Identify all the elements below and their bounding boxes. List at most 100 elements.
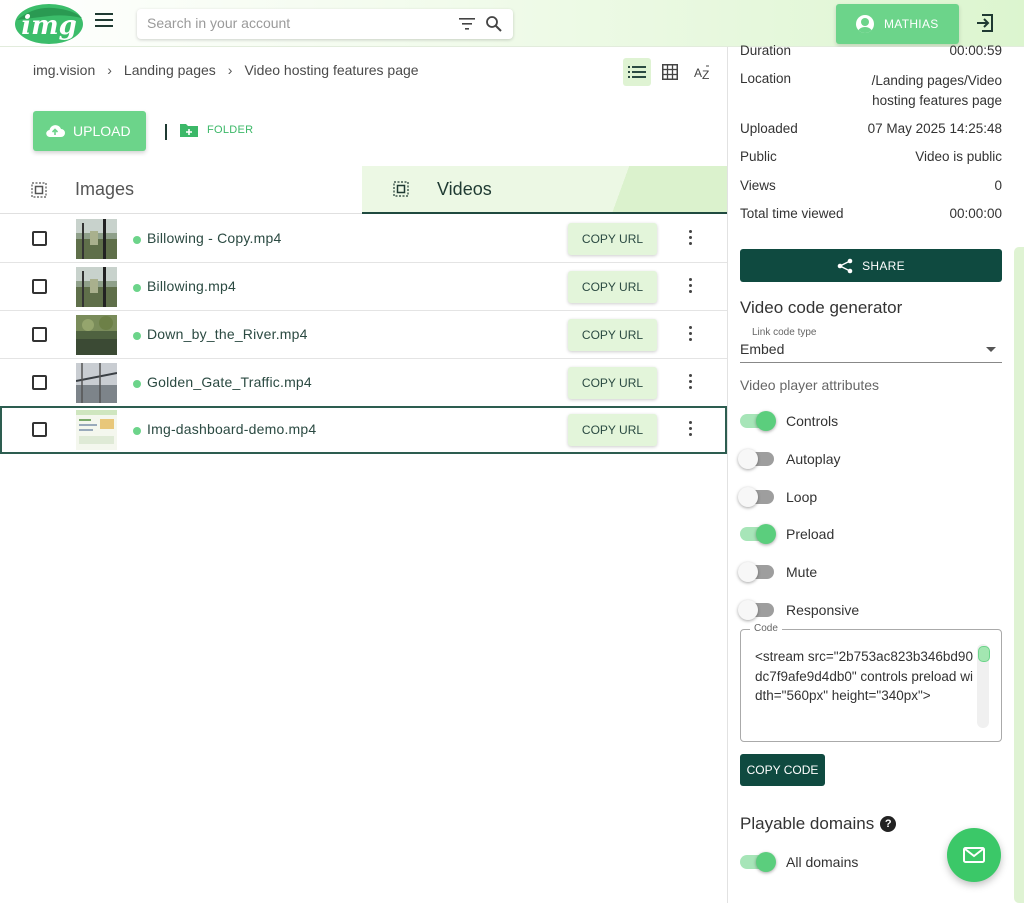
toggle-label: All domains	[786, 854, 859, 870]
new-folder-button[interactable]: FOLDER	[180, 123, 253, 137]
link-code-type-label: Link code type	[752, 327, 817, 338]
row-checkbox[interactable]	[32, 279, 47, 294]
status-dot	[133, 332, 141, 340]
more-options-icon[interactable]	[686, 374, 694, 392]
sort-az-button[interactable]: A Z	[689, 58, 717, 86]
detail-label: Public	[740, 149, 777, 164]
table-row[interactable]: Img-dashboard-demo.mp4 COPY URL	[0, 406, 727, 454]
contact-mail-button[interactable]	[947, 828, 1001, 882]
toggle-preload[interactable]: Preload	[740, 523, 834, 545]
video-thumbnail	[76, 315, 117, 355]
embed-code[interactable]: <stream src="2b753ac823b346bd90dc7f9afe9…	[755, 647, 980, 706]
playable-domains-heading: Playable domains?	[740, 814, 897, 834]
responsive-switch[interactable]	[738, 600, 774, 620]
row-checkbox[interactable]	[32, 422, 47, 437]
autoplay-switch[interactable]	[738, 449, 774, 469]
list-view-icon	[628, 66, 646, 78]
preload-switch[interactable]	[740, 524, 776, 544]
grid-view-button[interactable]	[656, 58, 684, 86]
code-label: Code	[750, 623, 782, 634]
toggle-responsive[interactable]: Responsive	[738, 599, 859, 621]
detail-label: Views	[740, 178, 776, 193]
controls-switch[interactable]	[740, 411, 776, 431]
tab-images-label: Images	[75, 179, 135, 199]
media-tabs: Images Videos	[0, 166, 727, 214]
folder-add-icon	[180, 124, 198, 137]
detail-value: /Landing pages/Video hosting features pa…	[871, 73, 1002, 108]
copy-code-button[interactable]: COPY CODE	[740, 754, 825, 786]
select-all-icon	[393, 181, 409, 197]
loop-switch[interactable]	[738, 487, 774, 507]
more-options-icon[interactable]	[686, 421, 694, 439]
status-dot	[133, 380, 141, 388]
file-name[interactable]: Golden_Gate_Traffic.mp4	[147, 374, 312, 390]
link-code-type-select[interactable]: Link code type Embed	[740, 327, 1002, 363]
toggle-label: Mute	[786, 564, 818, 580]
more-options-icon[interactable]	[686, 326, 694, 344]
more-options-icon[interactable]	[686, 230, 694, 248]
filter-icon[interactable]	[459, 17, 475, 31]
copy-url-button[interactable]: COPY URL	[568, 367, 657, 399]
table-row[interactable]: Billowing.mp4 COPY URL	[0, 263, 727, 311]
user-menu-button[interactable]: MATHIAS	[836, 4, 959, 44]
row-checkbox[interactable]	[32, 375, 47, 390]
copy-url-button[interactable]: COPY URL	[568, 319, 657, 351]
file-name[interactable]: Billowing.mp4	[147, 278, 236, 294]
detail-public: Public Video is public	[740, 149, 1002, 164]
toggle-label: Preload	[786, 526, 835, 542]
breadcrumb-item-root[interactable]: img.vision	[33, 62, 95, 78]
table-row[interactable]: Billowing - Copy.mp4 COPY URL	[0, 215, 727, 263]
detail-value: 0	[994, 178, 1002, 193]
panel-scrollbar[interactable]	[1014, 247, 1024, 903]
table-row[interactable]: Down_by_the_River.mp4 COPY URL	[0, 311, 727, 359]
video-thumbnail	[76, 267, 117, 307]
search-input[interactable]	[147, 15, 447, 31]
table-row[interactable]: Golden_Gate_Traffic.mp4 COPY URL	[0, 359, 727, 407]
breadcrumb-item-landing-pages[interactable]: Landing pages	[124, 62, 216, 78]
menu-icon[interactable]	[95, 13, 113, 29]
list-view-button[interactable]	[623, 58, 651, 86]
toggle-autoplay[interactable]: Autoplay	[738, 448, 840, 470]
toggle-loop[interactable]: Loop	[738, 486, 817, 508]
video-thumbnail	[76, 410, 117, 450]
tab-videos[interactable]: Videos	[362, 166, 727, 214]
toggle-all-domains[interactable]: All domains	[740, 851, 858, 873]
share-label: SHARE	[862, 258, 905, 273]
row-checkbox[interactable]	[32, 231, 47, 246]
svg-text:A: A	[694, 66, 702, 80]
detail-location: Location /Landing pages/Video hosting fe…	[740, 71, 1002, 111]
link-code-type-value: Embed	[740, 341, 785, 357]
player-attributes-label: Video player attributes	[740, 377, 880, 393]
video-thumbnail	[76, 363, 117, 403]
chevron-right-icon: ›	[227, 62, 233, 78]
copy-url-button[interactable]: COPY URL	[568, 414, 657, 446]
file-name[interactable]: Down_by_the_River.mp4	[147, 326, 308, 342]
toggle-mute[interactable]: Mute	[738, 561, 818, 583]
img-logo[interactable]: img	[14, 2, 84, 46]
share-button[interactable]: SHARE	[740, 249, 1002, 282]
logout-icon[interactable]	[975, 13, 995, 33]
breadcrumb: img.vision › Landing pages › Video hosti…	[33, 62, 419, 78]
detail-label: Duration	[740, 43, 792, 58]
copy-url-button[interactable]: COPY URL	[568, 223, 657, 255]
mute-switch[interactable]	[738, 562, 774, 582]
row-checkbox[interactable]	[32, 327, 47, 342]
file-name[interactable]: Billowing - Copy.mp4	[147, 230, 281, 246]
code-scrollbar[interactable]	[977, 644, 990, 728]
more-options-icon[interactable]	[686, 278, 694, 296]
upload-button[interactable]: UPLOAD	[33, 111, 146, 151]
breadcrumb-item-current[interactable]: Video hosting features page	[244, 62, 418, 78]
tab-images[interactable]: Images	[0, 166, 362, 214]
copy-url-button[interactable]: COPY URL	[568, 271, 657, 303]
search-icon[interactable]	[485, 15, 503, 33]
detail-total-time: Total time viewed 00:00:00	[740, 206, 1002, 221]
search-bar	[137, 9, 513, 39]
help-icon[interactable]: ?	[880, 816, 897, 832]
all-domains-switch[interactable]	[740, 852, 776, 872]
playable-domains-title: Playable domains	[740, 814, 875, 833]
code-textarea[interactable]: Code <stream src="2b753ac823b346bd90dc7f…	[740, 623, 1002, 742]
toggle-controls[interactable]: Controls	[740, 410, 838, 432]
detail-label: Location	[740, 71, 792, 86]
file-name[interactable]: Img-dashboard-demo.mp4	[147, 421, 316, 437]
detail-uploaded: Uploaded 07 May 2025 14:25:48	[740, 121, 1002, 136]
